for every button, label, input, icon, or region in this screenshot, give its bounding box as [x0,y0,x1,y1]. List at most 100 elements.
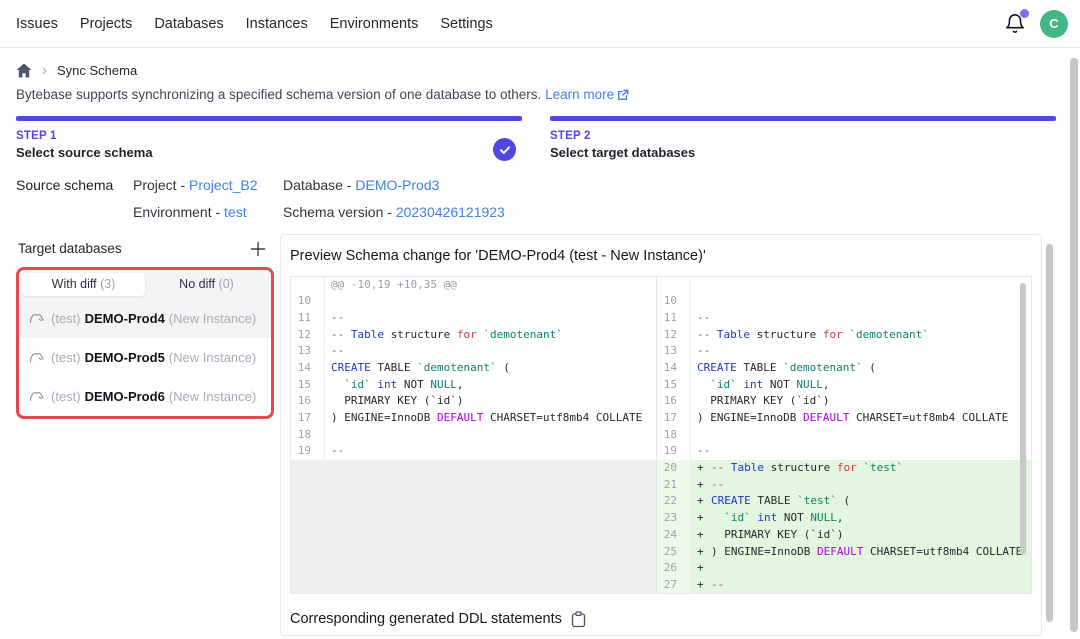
diff-line: 10 [657,293,1031,310]
db-environment: (test) [51,311,81,326]
diff-line: 26+ [657,560,1031,577]
project-label: Project - [133,177,189,193]
clipboard-icon [571,611,586,628]
db-instance-suffix: (New Instance) [169,389,256,404]
source-environment: Environment - test [133,204,283,220]
notification-dot [1020,9,1029,18]
plus-icon [250,241,266,257]
tab-no-diff[interactable]: No diff (0) [145,273,268,296]
diff-line: 17) ENGINE=InnoDB DEFAULT CHARSET=utf8mb… [657,410,1031,427]
diff-filler [291,460,656,592]
tab-with-diff-count: (3) [100,277,115,291]
nav-item-issues[interactable]: Issues [16,16,58,32]
diff-line: @@ -10,19 +10,35 @@ [291,277,656,294]
diff-line: 10 [291,293,656,310]
diff-line: 25+) ENGINE=InnoDB DEFAULT CHARSET=utf8m… [657,544,1031,561]
project-link[interactable]: Project_B2 [189,177,257,193]
breadcrumb: › Sync Schema [16,63,1064,78]
content-scrollbar[interactable] [1046,244,1053,622]
step-1-label: STEP 1 [16,130,522,142]
db-name: DEMO-Prod4 [85,311,165,326]
step-1-completed-badge [493,138,516,161]
target-databases-panel: Target databases With diff (3) No diff (… [16,234,274,419]
database-link[interactable]: DEMO-Prod3 [355,177,439,193]
diff-pane-source[interactable]: @@ -10,19 +10,35 @@1011--12-- Table stru… [291,277,657,593]
target-databases-title: Target databases [18,241,122,256]
mysql-icon [29,389,44,403]
step-indicator: STEP 1 Select source schema STEP 2 Selec… [16,116,1056,160]
external-link-icon [617,89,629,104]
learn-more-link[interactable]: Learn more [545,87,614,102]
source-database: Database - DEMO-Prod3 [283,177,1064,193]
db-environment: (test) [51,389,81,404]
target-db-item-demo-prod5[interactable]: (test) DEMO-Prod5 (New Instance) [19,338,271,377]
editor-scrollbar[interactable] [1020,283,1026,555]
source-schema-summary: Source schema Project - Project_B2 Datab… [16,177,1064,220]
home-icon[interactable] [16,63,32,78]
step-2-label: STEP 2 [550,130,1056,142]
environment-label: Environment - [133,204,224,220]
diff-line: 23+ `id` int NOT NULL, [657,510,1031,527]
step-2-bar [550,116,1056,121]
step-2[interactable]: STEP 2 Select target databases [550,116,1056,160]
tab-no-diff-count: (0) [219,277,234,291]
source-schema-version: Schema version - 20230426121923 [283,204,1064,220]
intro-text: Bytebase supports synchronizing a specif… [16,87,1064,104]
diff-line: 19-- [291,443,656,460]
environment-link[interactable]: test [224,204,247,220]
tab-with-diff-label: With diff [52,277,100,291]
step-1[interactable]: STEP 1 Select source schema [16,116,522,160]
nav-links: Issues Projects Databases Instances Envi… [16,16,493,32]
diff-line: 18 [657,427,1031,444]
preview-title: Preview Schema change for 'DEMO-Prod4 (t… [290,248,1032,264]
step-1-bar [16,116,522,121]
diff-pane-target[interactable]: 1011--12-- Table structure for `demotena… [657,277,1031,593]
tab-with-diff[interactable]: With diff (3) [22,273,145,296]
db-name: DEMO-Prod6 [85,389,165,404]
diff-line: 22+CREATE TABLE `test` ( [657,493,1031,510]
nav-item-environments[interactable]: Environments [330,16,419,32]
intro-description: Bytebase supports synchronizing a specif… [16,87,541,102]
diff-line: 18 [291,427,656,444]
database-label: Database - [283,177,355,193]
page-scrollbar[interactable] [1070,58,1078,632]
nav-item-instances[interactable]: Instances [246,16,308,32]
notifications-button[interactable] [1004,13,1026,35]
db-instance-suffix: (New Instance) [169,350,256,365]
diff-line [657,277,1031,294]
source-project: Project - Project_B2 [133,177,283,193]
diff-line: 13-- [291,343,656,360]
nav-item-settings[interactable]: Settings [440,16,492,32]
nav-item-projects[interactable]: Projects [80,16,132,32]
diff-line: 24+ PRIMARY KEY (`id`) [657,527,1031,544]
ddl-statements-title: Corresponding generated DDL statements [290,611,562,627]
diff-line: 12-- Table structure for `demotenant` [657,327,1031,344]
diff-line: 11-- [657,310,1031,327]
diff-line: 15 `id` int NOT NULL, [291,377,656,394]
add-target-database-button[interactable] [248,241,268,257]
db-environment: (test) [51,350,81,365]
diff-line: 19-- [657,443,1031,460]
target-db-item-demo-prod6[interactable]: (test) DEMO-Prod6 (New Instance) [19,377,271,416]
schema-version-link[interactable]: 20230426121923 [396,204,505,220]
diff-tabs: With diff (3) No diff (0) [19,270,271,299]
diff-line: 14CREATE TABLE `demotenant` ( [657,360,1031,377]
schema-version-label: Schema version - [283,204,396,220]
page-title: Sync Schema [57,63,137,78]
diff-line: 16 PRIMARY KEY (`id`) [657,393,1031,410]
diff-line: 11-- [291,310,656,327]
diff-editor[interactable]: @@ -10,19 +10,35 @@1011--12-- Table stru… [290,276,1032,594]
diff-line: 21+-- [657,477,1031,494]
diff-line: 16 PRIMARY KEY (`id`) [291,393,656,410]
target-db-item-demo-prod4[interactable]: (test) DEMO-Prod4 (New Instance) [19,299,271,338]
tab-no-diff-label: No diff [179,277,218,291]
mysql-icon [29,350,44,364]
diff-line: 15 `id` int NOT NULL, [657,377,1031,394]
diff-line: 27+-- [657,577,1031,593]
top-navbar: Issues Projects Databases Instances Envi… [0,0,1080,48]
main-area: Target databases With diff (3) No diff (… [0,234,1080,636]
nav-item-databases[interactable]: Databases [154,16,223,32]
avatar[interactable]: C [1040,10,1068,38]
check-icon [499,144,511,156]
copy-ddl-button[interactable] [571,611,586,628]
